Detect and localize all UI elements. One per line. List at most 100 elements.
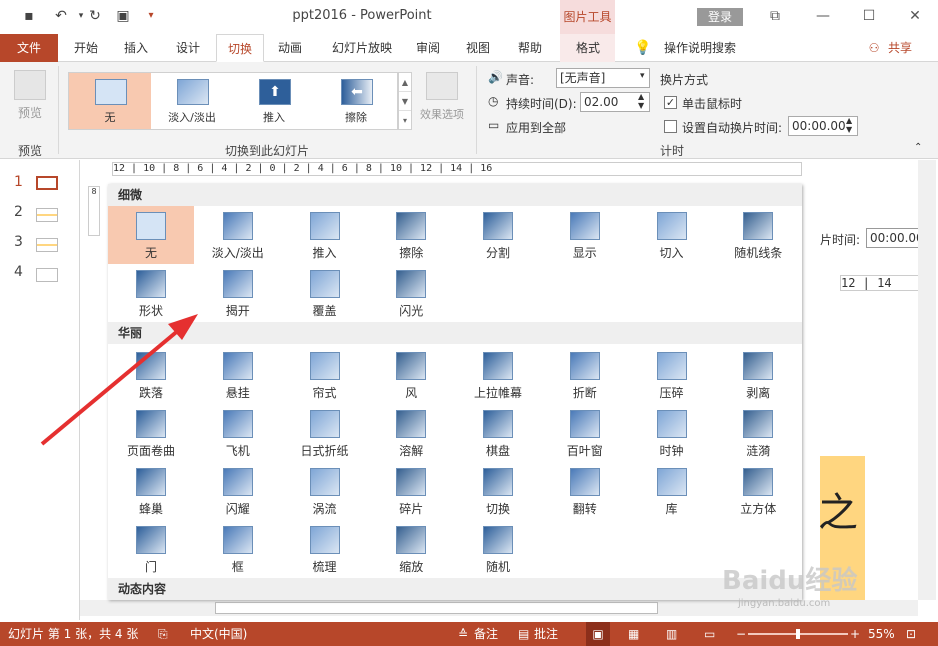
apply-to-all-button[interactable]: 应用到全部 <box>506 119 566 136</box>
gallery-scroll-down-icon[interactable]: ▼ <box>399 92 411 111</box>
transition-push[interactable]: ⬆ 推入 <box>233 73 315 129</box>
transition-subtle-item[interactable]: 推入 <box>282 206 368 264</box>
transition-exciting-item[interactable]: 蜂巢 <box>108 462 194 520</box>
transition-exciting-item[interactable]: 涡流 <box>282 462 368 520</box>
fit-to-window-icon[interactable]: ⊡ <box>906 622 916 646</box>
transition-exciting-item[interactable]: 风 <box>368 346 454 404</box>
transition-exciting-item[interactable]: 剥离 <box>715 346 801 404</box>
undo-icon[interactable]: ↶ <box>52 7 70 25</box>
transition-subtle-item[interactable]: 淡入/淡出 <box>195 206 281 264</box>
slide-thumbnail[interactable] <box>36 238 58 252</box>
customize-qat-icon[interactable]: ▾ <box>142 7 160 25</box>
gallery-scroll[interactable]: ▲ ▼ ▾ <box>398 72 412 130</box>
gallery-expand-icon[interactable]: ▾ <box>399 111 411 130</box>
ribbon-display-options-icon[interactable]: ⧉ <box>764 6 786 26</box>
transition-wipe[interactable]: ⬅ 擦除 <box>315 73 397 129</box>
transition-subtle-item[interactable]: 分割 <box>455 206 541 264</box>
redo-icon[interactable]: ↻ <box>86 7 104 25</box>
transition-exciting-item[interactable]: 立方体 <box>715 462 801 520</box>
comments-button[interactable]: 批注 <box>534 622 558 646</box>
tab-slideshow[interactable]: 幻灯片放映 <box>322 34 402 62</box>
minimize-icon[interactable]: — <box>812 6 834 26</box>
transition-exciting-item[interactable]: 百叶窗 <box>542 404 628 462</box>
transition-exciting-item[interactable]: 压碎 <box>629 346 715 404</box>
vertical-scrollbar[interactable] <box>918 160 936 600</box>
on-click-checkbox[interactable]: ✓ <box>664 96 677 109</box>
tab-file[interactable]: 文件 <box>0 34 58 62</box>
transition-subtle-item[interactable]: 闪光 <box>368 264 454 322</box>
transition-exciting-item[interactable]: 随机 <box>455 520 541 578</box>
horizontal-scroll-thumb[interactable] <box>215 602 658 614</box>
normal-view-icon[interactable]: ▣ <box>586 622 610 646</box>
duration-spinner-icon[interactable]: ▲ ▼ <box>638 92 644 110</box>
tab-view[interactable]: 视图 <box>458 34 498 62</box>
transition-label: 推入 <box>312 246 337 260</box>
slide-thumbnail[interactable] <box>36 208 58 222</box>
transition-subtle-item[interactable]: 显示 <box>542 206 628 264</box>
zoom-in-icon[interactable]: + <box>850 622 860 646</box>
transition-exciting-item[interactable]: 门 <box>108 520 194 578</box>
transition-label: 翻转 <box>572 502 597 516</box>
transition-exciting-item[interactable]: 日式折纸 <box>282 404 368 462</box>
effect-options-button[interactable]: 效果选项 <box>416 106 468 122</box>
transition-subtle-item[interactable]: 随机线条 <box>715 206 801 264</box>
share-button[interactable]: 共享 <box>884 34 916 62</box>
transition-none[interactable]: 无 <box>69 73 151 129</box>
transition-exciting-item[interactable]: 梳理 <box>282 520 368 578</box>
transition-exciting-item[interactable]: 碎片 <box>368 462 454 520</box>
zoom-slider-thumb[interactable] <box>796 629 800 639</box>
tab-review[interactable]: 审阅 <box>408 34 448 62</box>
gallery-scroll-up-icon[interactable]: ▲ <box>399 73 411 92</box>
tab-help[interactable]: 帮助 <box>508 34 552 62</box>
tab-format[interactable]: 格式 <box>564 34 612 62</box>
transition-exciting-item[interactable]: 涟漪 <box>715 404 801 462</box>
tell-me-search[interactable]: 操作说明搜索 <box>658 34 742 62</box>
slideshow-icon[interactable]: ▭ <box>704 622 715 646</box>
transition-subtle-item[interactable]: 擦除 <box>368 206 454 264</box>
sound-select[interactable]: [无声音] <box>556 68 650 88</box>
notes-icon[interactable]: ≙ <box>458 622 468 646</box>
close-icon[interactable]: ✕ <box>904 6 926 26</box>
tab-insert[interactable]: 插入 <box>114 34 158 62</box>
transition-exciting-item[interactable]: 时钟 <box>629 404 715 462</box>
transition-exciting-item[interactable]: 闪耀 <box>195 462 281 520</box>
zoom-out-icon[interactable]: − <box>736 622 746 646</box>
transition-exciting-item[interactable]: 库 <box>629 462 715 520</box>
chevron-down-icon[interactable]: ▾ <box>640 71 645 81</box>
transition-fade[interactable]: 淡入/淡出 <box>151 73 233 129</box>
preview-icon[interactable] <box>14 70 46 100</box>
tab-design[interactable]: 设计 <box>166 34 210 62</box>
tab-home[interactable]: 开始 <box>64 34 108 62</box>
transition-exciting-item[interactable]: 上拉帷幕 <box>455 346 541 404</box>
transition-exciting-item[interactable]: 翻转 <box>542 462 628 520</box>
auto-advance-checkbox[interactable] <box>664 120 677 133</box>
preview-button[interactable]: 预览 <box>18 104 42 121</box>
transition-subtle-item[interactable]: 切入 <box>629 206 715 264</box>
login-button[interactable]: 登录 <box>697 8 743 26</box>
tab-animations[interactable]: 动画 <box>268 34 312 62</box>
zoom-level[interactable]: 55% <box>868 622 895 646</box>
transition-exciting-item[interactable]: 溶解 <box>368 404 454 462</box>
transition-subtle-item[interactable]: 覆盖 <box>282 264 368 322</box>
tab-transitions[interactable]: 切换 <box>216 34 264 62</box>
transition-exciting-item[interactable]: 缩放 <box>368 520 454 578</box>
transition-exciting-item[interactable]: 切换 <box>455 462 541 520</box>
transition-exciting-item[interactable]: 框 <box>195 520 281 578</box>
slide-thumbnail[interactable] <box>36 176 58 190</box>
spelling-icon[interactable]: ⎘ <box>158 622 168 646</box>
transition-exciting-item[interactable]: 棋盘 <box>455 404 541 462</box>
save-icon[interactable]: ▪ <box>20 7 38 25</box>
transition-subtle-item[interactable]: 无 <box>108 206 194 264</box>
maximize-icon[interactable]: ☐ <box>858 6 880 26</box>
notes-button[interactable]: 备注 <box>474 622 498 646</box>
start-from-beginning-icon[interactable]: ▣ <box>114 7 132 25</box>
language-indicator[interactable]: 中文(中国) <box>190 622 247 646</box>
transition-exciting-item[interactable]: 折断 <box>542 346 628 404</box>
transition-exciting-item[interactable]: 帘式 <box>282 346 368 404</box>
slide-sorter-icon[interactable]: ▦ <box>628 622 639 646</box>
slide-thumbnail[interactable] <box>36 268 58 282</box>
comments-icon[interactable]: ▤ <box>518 622 529 646</box>
reading-view-icon[interactable]: ▥ <box>666 622 677 646</box>
collapse-ribbon-icon[interactable]: ⌃ <box>914 142 922 153</box>
auto-spinner-icon[interactable]: ▲ ▼ <box>846 116 852 134</box>
